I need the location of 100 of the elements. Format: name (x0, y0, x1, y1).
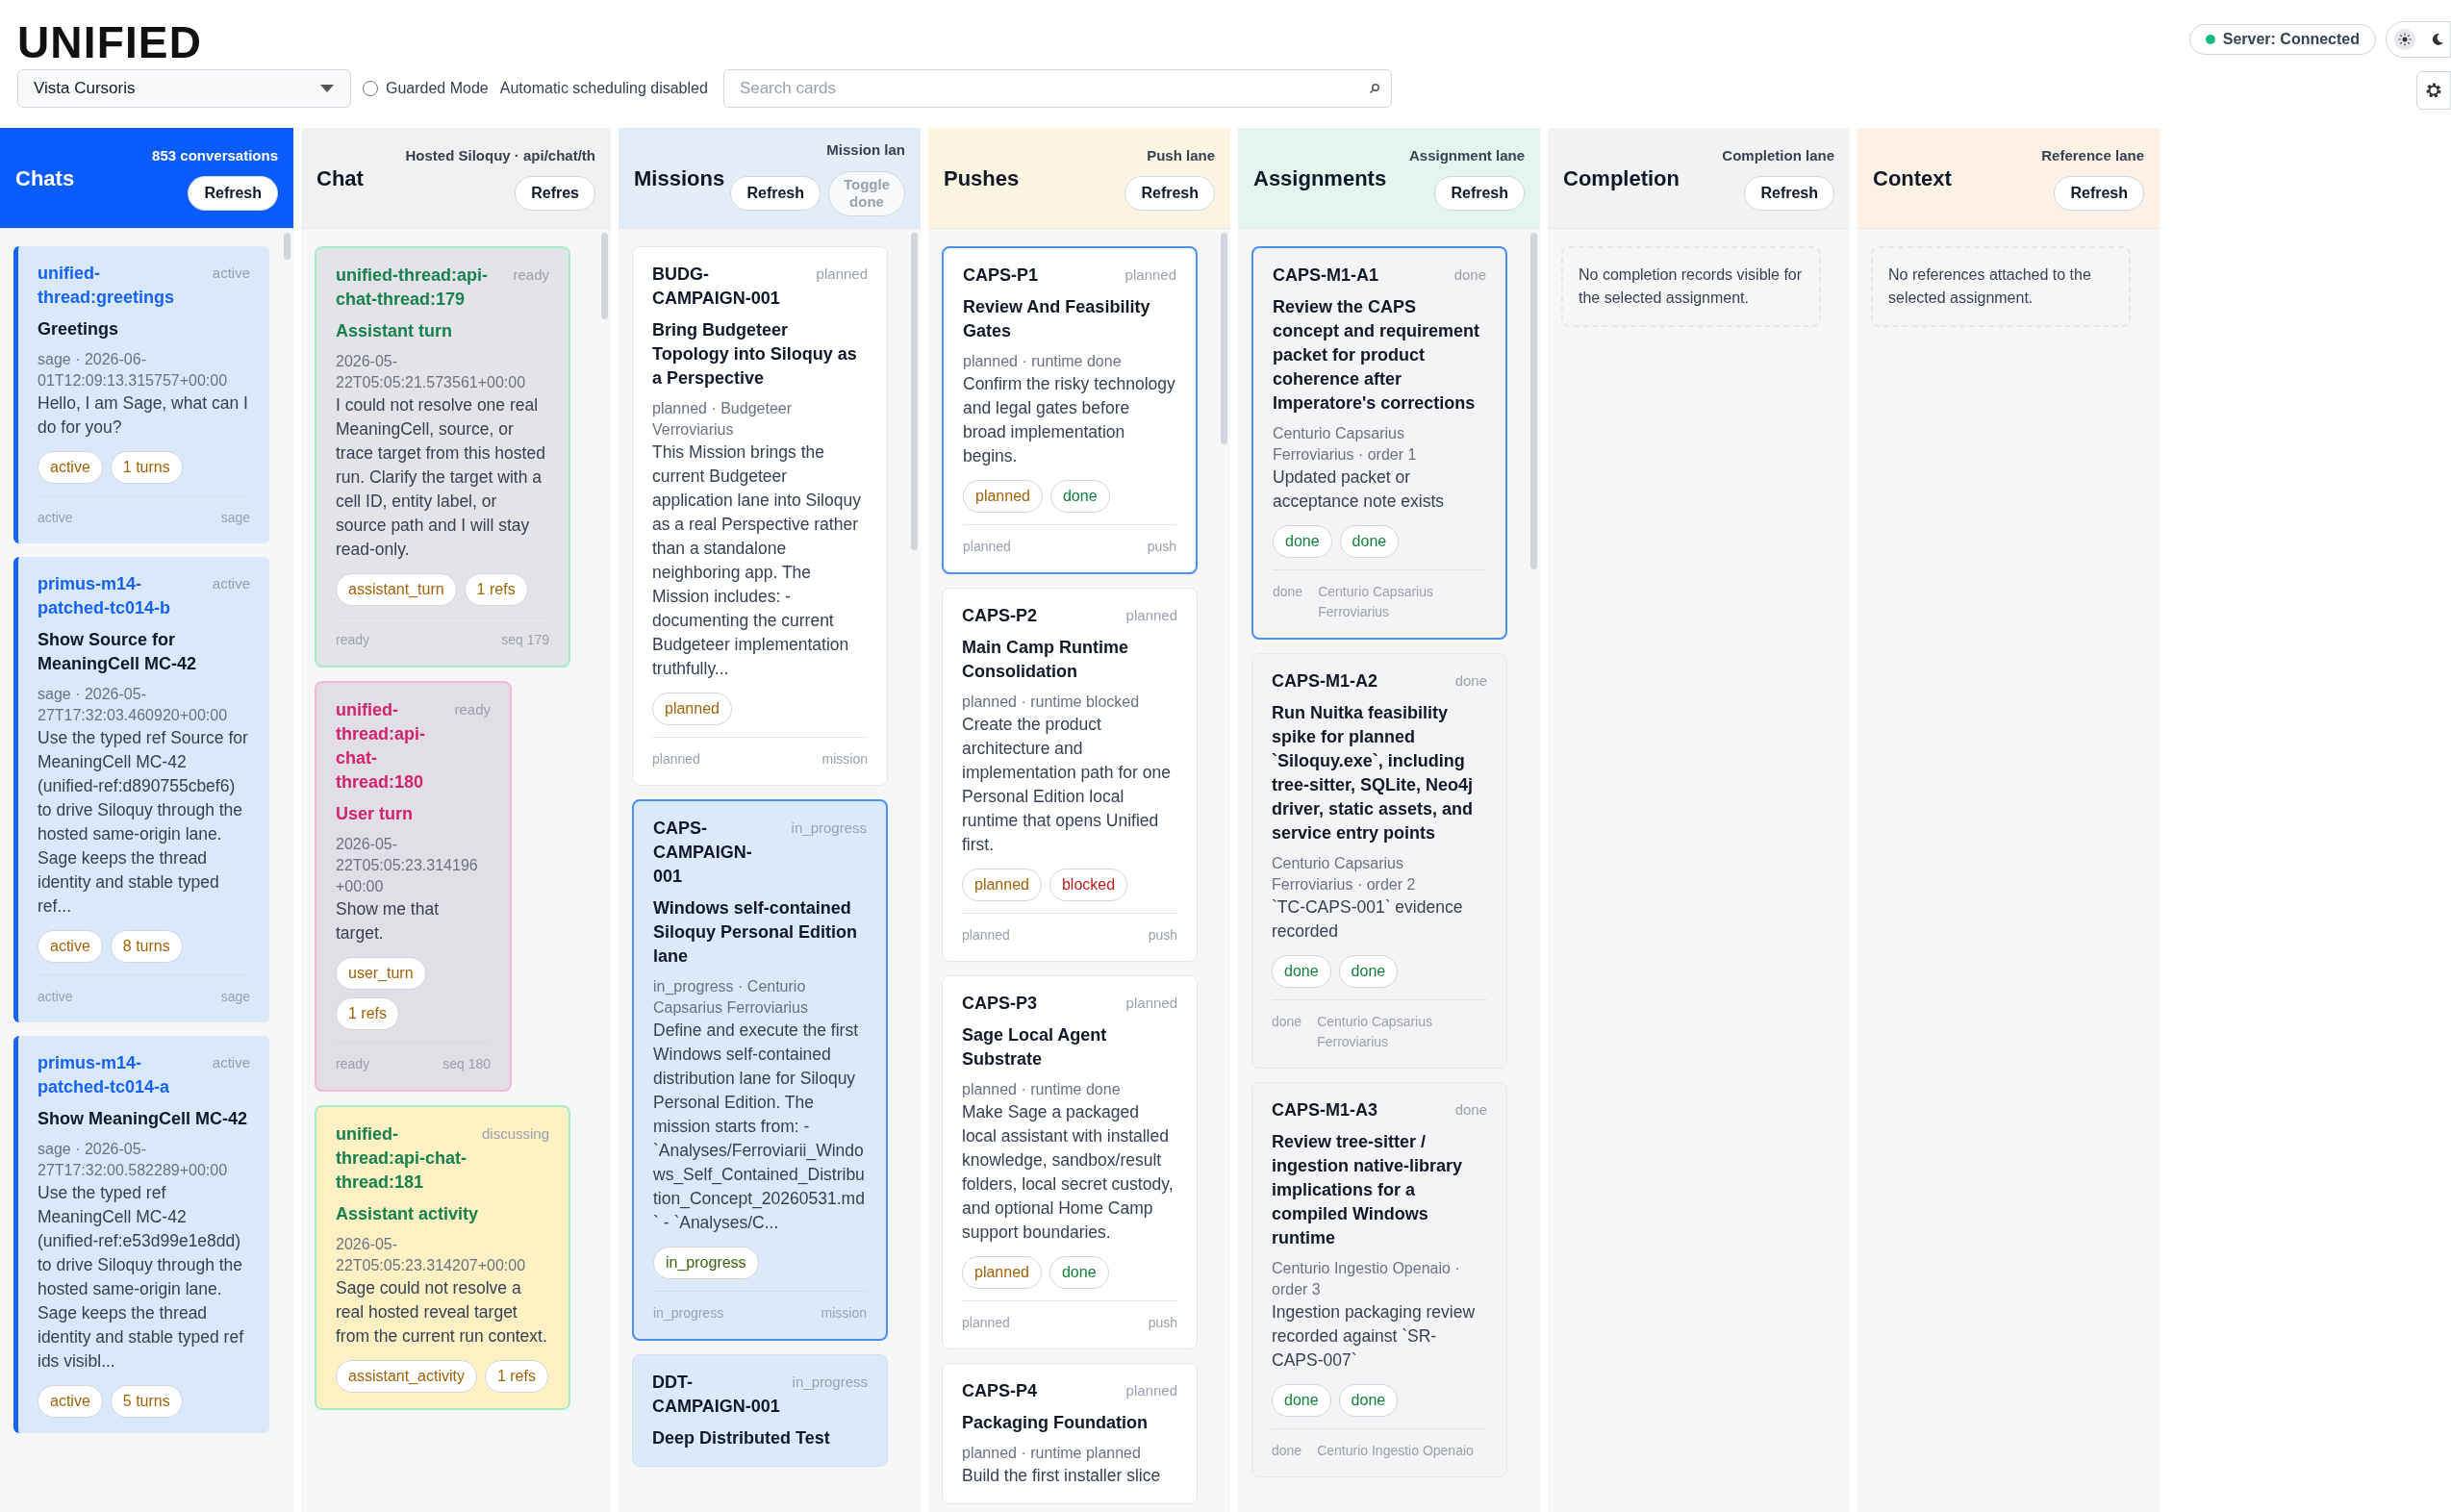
card-text: Show me that target. (336, 898, 440, 945)
tag: planned (962, 869, 1042, 901)
tag: done (1338, 1384, 1399, 1417)
card-title: Show MeaningCell MC-42 (38, 1108, 249, 1130)
card-meta: Centurio Capsarius Ferroviarius · order 1 (1273, 424, 1418, 465)
lane-subtitle: Completion lane (1722, 145, 1834, 165)
scrollbar[interactable] (911, 233, 918, 550)
card[interactable] (632, 799, 888, 1341)
card[interactable] (13, 1036, 269, 1433)
settings-icon (2424, 81, 2443, 100)
scrollbar[interactable] (1530, 233, 1537, 569)
card-status: done (1454, 1100, 1487, 1120)
card-footer-status: active (38, 509, 73, 527)
refresh-button[interactable]: Refresh (730, 176, 821, 212)
card-footer-label: mission (821, 1304, 867, 1323)
lane-title: Chats (15, 164, 75, 192)
card-id: CAPS-CAMPAIGN-001 (653, 818, 753, 888)
card-id: DDT-CAMPAIGN-001 (652, 1372, 781, 1418)
card-id: unified-thread:api-chat-thread:180 (336, 699, 426, 794)
card[interactable] (1251, 246, 1507, 640)
card-footer-status: done (1272, 1442, 1302, 1460)
refresh-button[interactable]: Refres (515, 176, 595, 212)
refresh-button[interactable]: Refresh (1124, 176, 1215, 212)
scheduling-note: Automatic scheduling disabled (499, 79, 708, 98)
card-status: ready (454, 700, 491, 719)
tag: 1 refs (464, 573, 528, 606)
workspace-select[interactable]: Vista Cursoris (17, 69, 351, 108)
card-id: unified-thread:api-chat-thread:179 (336, 265, 489, 311)
refresh-button[interactable]: Refresh (1434, 176, 1525, 212)
scrollbar[interactable] (601, 233, 608, 319)
card-title: Assistant activity (336, 1203, 480, 1225)
card[interactable]: unified-thread:api-chat-thread:180 ready User turn 2026-05-22T05:05:23.314196 +00:00 Show me that target. user_turn 1 refs ready seq 180 (315, 681, 512, 1092)
card-text: I could not resolve one real MeaningCell, source, or trace target from this hosted run. Clarify the target with a cell ID, entity label, or source path and I will stay read-only. (336, 394, 546, 561)
card-meta: Centurio Ingestio Openaio · order 3 (1272, 1259, 1461, 1299)
scrollbar[interactable] (284, 233, 291, 260)
card-status: discussing (481, 1124, 549, 1144)
card-meta: planned · runtime blocked (962, 693, 1141, 712)
empty-state-note: No completion records visible for the selected assignment. (1561, 246, 1821, 327)
search-field[interactable]: Search cards (722, 69, 1392, 108)
card-title: Assistant turn (336, 320, 454, 342)
card-title: Show Source for MeaningCell MC-42 (38, 629, 198, 675)
card-status: active (212, 1053, 250, 1072)
card-status: done (1454, 671, 1487, 691)
tag: in_progress (653, 1247, 759, 1279)
card[interactable]: DDT-CAMPAIGN-001 in_progress Deep Distributed Test (632, 1354, 888, 1467)
card-id: primus-m14-patched-tc014-b (38, 573, 172, 619)
card-status: ready (513, 265, 549, 285)
scrollbar[interactable] (1221, 233, 1227, 444)
tag: assistant_turn (336, 573, 457, 606)
card[interactable] (13, 557, 269, 1022)
lane-subtitle: 853 conversations (152, 145, 278, 165)
search-icon[interactable] (1368, 83, 1380, 94)
tag: done (1272, 1384, 1331, 1417)
card[interactable]: CAPS-P1 planned Review And Feasibility Gates planned · runtime done Confirm the risky technology and legal gates before broad implementation begins. planned done planned push (942, 246, 1198, 574)
refresh-button[interactable]: Refresh (1744, 176, 1834, 212)
settings-button[interactable] (2416, 71, 2451, 110)
card-footer-status: done (1272, 1013, 1302, 1031)
card-meta: 2026-05-22T05:05:23.314196 +00:00 (336, 835, 479, 896)
card[interactable]: unified-thread:greetings active Greetings sage · 2026-06-01T12:09:13.315757+00:00 Hello, I am Sage, what can I do for you? active 1 turns active sage (13, 246, 269, 543)
card-footer-label: push (1148, 926, 1177, 945)
theme-toggle[interactable] (2386, 21, 2451, 58)
card-id: unified-thread:api-chat-thread:181 (336, 1123, 467, 1194)
card-footer-label: Centurio Capsarius Ferroviarius (1317, 1013, 1433, 1051)
card-text: Build the first installer slice (962, 1465, 1162, 1487)
card-footer-label: seq 180 (442, 1055, 491, 1073)
tag: 5 turns (110, 1385, 183, 1418)
card[interactable]: CAPS-P4 planned Packaging Foundation planned · runtime planned Build the first installer slice (942, 1363, 1198, 1504)
card-title: Sage Local Agent Substrate (962, 1024, 1108, 1071)
tag: assistant_activity (336, 1360, 477, 1393)
tag: 1 refs (336, 997, 399, 1030)
tag: planned (963, 480, 1043, 513)
card-meta: Centurio Capsarius Ferroviarius · order 2 (1272, 854, 1417, 895)
tag: done (1273, 525, 1332, 558)
card-title: Deep Distributed Test (652, 1427, 831, 1449)
card-footer-label: seq 179 (501, 631, 549, 649)
tag: user_turn (336, 957, 426, 990)
tag: done (1339, 525, 1400, 558)
lane-subtitle: Mission lan (826, 140, 905, 160)
card-title: Review tree-sitter / ingestion native-library implications for a compiled Windows runtime (1272, 1131, 1464, 1249)
card-footer-label: Centurio Ingestio Openaio (1317, 1442, 1475, 1460)
server-status: Server: Connected (2222, 30, 2360, 49)
card-meta: planned · Budgeteer Verroviarius (652, 399, 793, 440)
tag: done (1338, 955, 1399, 988)
card-text: Use the typed ref MeaningCell MC-42 (unified-ref:e53d99e1e8dd) to drive Siloquy through the hosted same-origin lane. Sage keeps the thread identity and stable typed ref ids visibl... (38, 1182, 245, 1373)
card-status: planned (816, 265, 868, 284)
card-status: planned (1125, 1381, 1177, 1400)
refresh-button[interactable]: Refresh (2054, 176, 2144, 212)
card-footer-status: ready (336, 1055, 370, 1073)
card-status: in_progress (791, 819, 867, 838)
lane-title: Context (1873, 164, 1952, 192)
card-title: Packaging Foundation (962, 1412, 1149, 1434)
refresh-button[interactable]: Refresh (188, 176, 278, 212)
tag: blocked (1049, 869, 1128, 901)
card-text: Sage could not resolve a real hosted reveal target from the current run context. (336, 1277, 548, 1348)
card-status: active (212, 264, 250, 283)
card-meta: in_progress · Centurio Capsarius Ferroviarius (653, 977, 809, 1018)
card-meta: sage · 2026-05-27T17:32:03.460920+00:00 (38, 685, 229, 725)
card-title: Main Camp Runtime Consolidation (962, 637, 1129, 683)
card-text: Updated packet or acceptance note exists (1273, 466, 1446, 513)
card-title: Run Nuitka feasibility spike for planned `Siloquy.exe`, including tree-sitter, SQLite, Neo4j driver, static assets, and service entry points (1272, 702, 1475, 844)
